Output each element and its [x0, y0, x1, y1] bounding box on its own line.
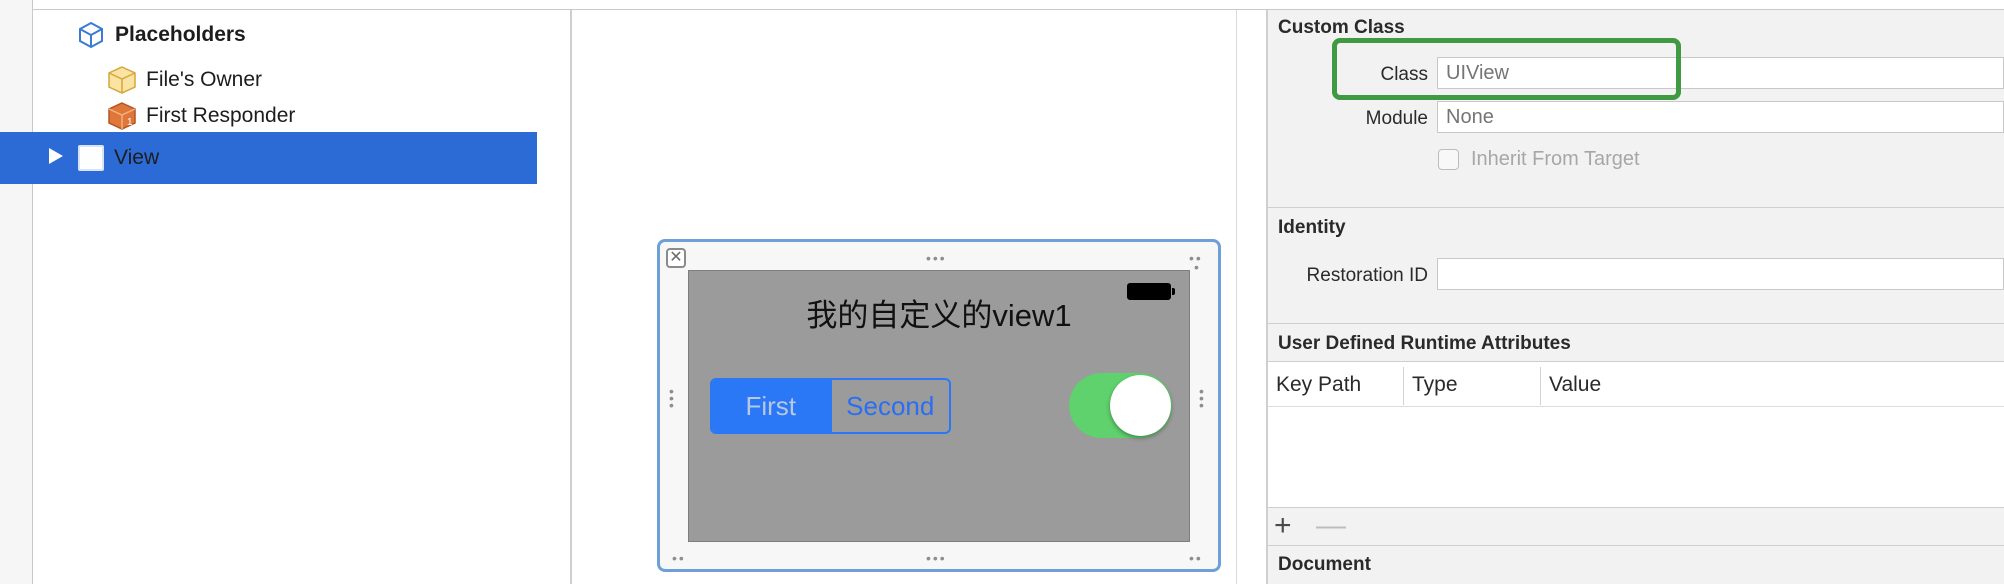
runtime-attributes-title: User Defined Runtime Attributes — [1278, 333, 1571, 354]
cube-icon — [76, 20, 106, 50]
left-gutter — [0, 0, 33, 584]
restoration-id-label: Restoration ID — [1306, 265, 1428, 286]
column-header-type[interactable]: Type — [1412, 362, 1458, 407]
segment-second[interactable]: Second — [829, 380, 950, 432]
disclosure-triangle-icon[interactable] — [48, 147, 64, 170]
table-header-divider — [1268, 406, 2004, 407]
runtime-attributes-table[interactable] — [1268, 361, 2004, 508]
files-owner-cube-icon — [106, 64, 138, 96]
battery-tip — [1172, 288, 1175, 295]
custom-class-title: Custom Class — [1278, 17, 1405, 38]
add-attribute-button[interactable]: + — [1274, 511, 1292, 541]
document-title: Document — [1278, 554, 1371, 575]
section-divider — [1266, 545, 2004, 546]
resize-handle-bottom-right-icon[interactable]: •• — [1189, 551, 1203, 565]
remove-attribute-button[interactable]: — — [1316, 511, 1346, 541]
resize-handle-right-icon[interactable]: • • • — [1199, 384, 1205, 412]
resize-handle-left-icon[interactable]: • • • — [669, 384, 675, 412]
canvas-divider — [1236, 10, 1237, 584]
column-header-key-path[interactable]: Key Path — [1276, 362, 1361, 407]
view-label: View — [114, 146, 160, 169]
first-responder-label: First Responder — [146, 104, 296, 127]
outline-view-row-content: View — [48, 141, 159, 175]
battery-icon — [1127, 283, 1171, 300]
inherit-from-target-checkbox[interactable] — [1438, 149, 1459, 170]
segment-first[interactable]: First — [712, 380, 830, 432]
outline-first-responder-row[interactable]: 1 First Responder — [106, 99, 295, 133]
class-highlight-box — [1332, 38, 1681, 100]
column-separator — [1403, 367, 1404, 405]
resize-handle-top-icon[interactable]: ••• — [926, 251, 947, 265]
first-responder-cube-icon: 1 — [106, 100, 138, 132]
placeholders-label: Placeholders — [115, 23, 246, 46]
module-label: Module — [1365, 108, 1428, 129]
files-owner-label: File's Owner — [146, 68, 263, 91]
resize-handle-corner-icon: • — [1194, 259, 1201, 275]
outline-placeholders-row[interactable]: Placeholders — [76, 18, 246, 52]
column-separator — [1540, 367, 1541, 405]
resize-handle-bottom-icon[interactable]: ••• — [926, 551, 947, 565]
section-divider — [1266, 323, 2004, 324]
column-header-value[interactable]: Value — [1549, 362, 1601, 407]
toggle-switch-knob[interactable] — [1110, 375, 1171, 436]
module-field[interactable] — [1437, 101, 2004, 133]
restoration-id-field[interactable] — [1437, 258, 2004, 290]
view-title-label: 我的自定义的view1 — [806, 298, 1072, 333]
close-icon[interactable]: ✕ — [666, 248, 686, 268]
segmented-control[interactable]: First Second — [710, 378, 951, 434]
svg-text:1: 1 — [127, 117, 133, 128]
resize-handle-bottom-left-icon[interactable]: •• — [672, 551, 686, 565]
identity-title: Identity — [1278, 217, 1346, 238]
view-icon — [78, 145, 104, 171]
outline-files-owner-row[interactable]: File's Owner — [106, 63, 262, 97]
section-divider — [1266, 207, 2004, 208]
inherit-from-target-label: Inherit From Target — [1471, 148, 1640, 170]
